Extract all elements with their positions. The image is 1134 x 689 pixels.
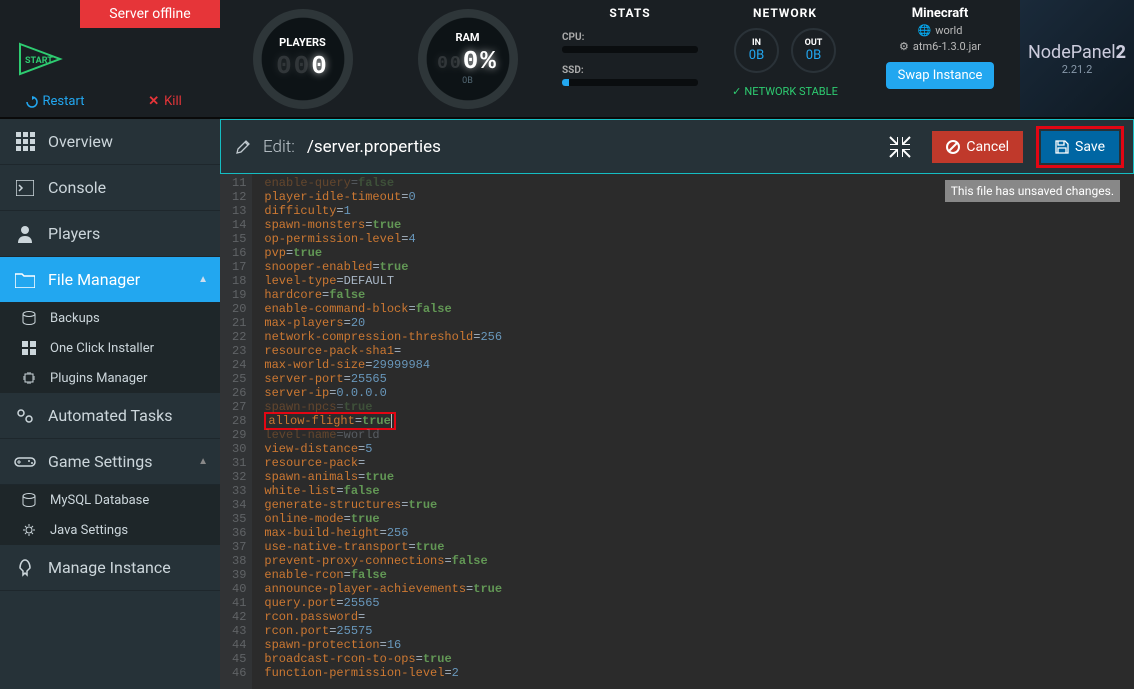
editor-toolbar: Edit: /server.properties Cancel Save xyxy=(220,119,1134,174)
ram-sub: 0B xyxy=(462,76,473,86)
gear-icon: ⚙ xyxy=(899,40,909,53)
nav-java[interactable]: Java Settings xyxy=(0,515,220,545)
nav-mysql[interactable]: MySQL Database xyxy=(0,485,220,515)
server-status: Server offline xyxy=(80,0,220,28)
save-button[interactable]: Save xyxy=(1041,131,1119,163)
nav-automated-tasks[interactable]: Automated Tasks xyxy=(0,393,220,439)
check-icon: ✓ xyxy=(732,85,741,98)
nav-console[interactable]: Console xyxy=(0,165,220,211)
chevron-up-icon: ▲ xyxy=(198,456,208,467)
players-label: PLAYERS xyxy=(279,36,326,49)
database-icon xyxy=(18,493,40,507)
edit-label: Edit: xyxy=(263,137,295,157)
restart-icon xyxy=(26,96,38,108)
sidebar: Overview Console Players File Manager ▲ … xyxy=(0,119,220,689)
nav-one-click-installer[interactable]: One Click Installer xyxy=(0,333,220,363)
nav-label: One Click Installer xyxy=(50,341,154,356)
console-icon xyxy=(14,180,36,196)
unsaved-notice: This file has unsaved changes. xyxy=(945,180,1120,202)
cancel-label: Cancel xyxy=(966,139,1009,155)
ram-value: 0% xyxy=(463,46,498,76)
branding: NodePanel2 2.21.2 xyxy=(1020,0,1134,117)
save-icon xyxy=(1055,140,1069,154)
database-icon xyxy=(18,311,40,325)
rocket-icon xyxy=(14,558,36,578)
nav-label: File Manager xyxy=(48,270,140,289)
gear-icon xyxy=(18,523,40,537)
nav-overview[interactable]: Overview xyxy=(0,119,220,165)
fullscreen-button[interactable] xyxy=(886,133,914,161)
chevron-up-icon: ▲ xyxy=(198,274,208,285)
gears-icon xyxy=(14,407,36,425)
nav-label: Java Settings xyxy=(50,523,128,538)
ram-gauge: RAM 000% 0B xyxy=(385,0,550,117)
nav-label: Backups xyxy=(50,311,100,326)
cancel-icon xyxy=(946,140,960,154)
swap-instance-button[interactable]: Swap Instance xyxy=(886,62,995,89)
nav-label: Overview xyxy=(48,132,113,151)
nav-game-settings[interactable]: Game Settings ▲ xyxy=(0,439,220,485)
kill-label: Kill xyxy=(164,94,182,109)
nav-manage-instance[interactable]: Manage Instance xyxy=(0,545,220,591)
cancel-button[interactable]: Cancel xyxy=(932,131,1023,163)
person-icon xyxy=(14,225,36,243)
code-editor[interactable]: 11 12 13 14 15 16 17 18 19 20 21 22 23 2… xyxy=(220,174,1134,689)
edit-icon xyxy=(235,139,251,155)
players-gauge: PLAYERS 000 xyxy=(220,0,385,117)
nav-label: Plugins Manager xyxy=(50,371,147,386)
nav-label: Automated Tasks xyxy=(48,406,173,425)
grid-icon xyxy=(14,132,36,151)
globe-icon: 🌐 xyxy=(918,24,932,37)
nav-backups[interactable]: Backups xyxy=(0,303,220,333)
nav-label: Players xyxy=(48,224,100,243)
nav-label: Manage Instance xyxy=(48,558,171,577)
nav-label: Game Settings xyxy=(48,452,153,471)
start-button[interactable]: START xyxy=(15,39,65,79)
file-path: /server.properties xyxy=(307,137,441,157)
apps-icon xyxy=(18,341,40,355)
save-label: Save xyxy=(1075,139,1105,155)
nav-plugins-manager[interactable]: Plugins Manager xyxy=(0,363,220,393)
gamepad-icon xyxy=(14,455,36,469)
restart-button[interactable]: Restart xyxy=(0,94,110,109)
nav-players[interactable]: Players xyxy=(0,211,220,257)
nav-label: Console xyxy=(48,178,106,197)
nav-file-manager[interactable]: File Manager ▲ xyxy=(0,257,220,303)
kill-button[interactable]: ✕ Kill xyxy=(110,94,220,109)
network-panel: NETWORK IN0B OUT0B ✓NETWORK STABLE xyxy=(710,0,860,117)
plugin-icon xyxy=(18,371,40,385)
players-value: 0 xyxy=(311,51,329,81)
restart-label: Restart xyxy=(43,94,85,109)
kill-icon: ✕ xyxy=(148,94,159,109)
folder-icon xyxy=(14,272,36,288)
svg-text:START: START xyxy=(25,56,53,66)
ram-label: RAM xyxy=(455,31,479,44)
nav-label: MySQL Database xyxy=(50,493,149,508)
instance-panel: Minecraft 🌐world ⚙atm6-1.3.0.jar Swap In… xyxy=(860,0,1020,117)
stats-panel: STATS CPU: 0% SSD: 4.85% xyxy=(550,0,710,117)
